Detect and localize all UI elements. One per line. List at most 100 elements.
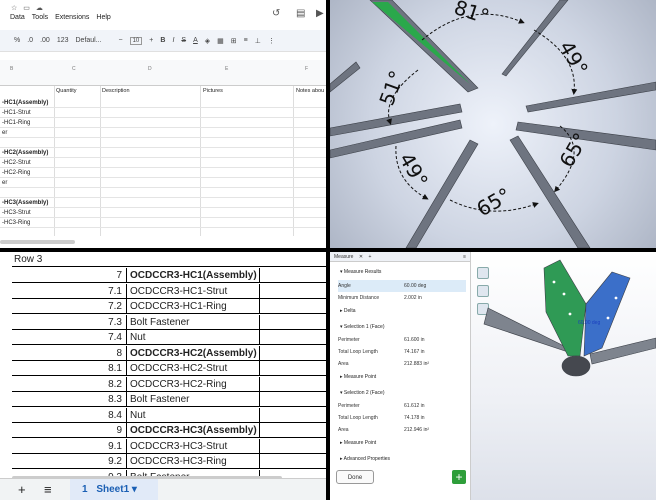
cell-number[interactable]: 8: [12, 345, 127, 361]
section-measure-results[interactable]: ▾ Measure Results: [340, 269, 381, 275]
cell-number[interactable]: 8.4: [12, 407, 127, 423]
section-delta[interactable]: ▸ Delta: [340, 308, 356, 314]
section-advanced-properties[interactable]: ▸ Advanced Properties: [340, 456, 390, 462]
cell-text[interactable]: Bolt Fastener: [130, 392, 260, 407]
cell-number[interactable]: 8.2: [12, 376, 127, 392]
header-quantity[interactable]: Quantity: [56, 88, 76, 94]
cell-text[interactable]: Nut: [130, 407, 260, 423]
cell-text[interactable]: OCDCCR3-HC3(Assembly): [130, 423, 260, 438]
table-row: [0, 138, 326, 148]
cell-number[interactable]: 7: [12, 268, 127, 283]
percent-button[interactable]: %: [14, 37, 20, 44]
cell-number[interactable]: 8.3: [12, 392, 127, 407]
sheet-tab[interactable]: 1 Sheet1 ▾: [70, 479, 158, 500]
more-icon[interactable]: ⋮: [268, 37, 275, 45]
format-button[interactable]: 123: [57, 37, 69, 44]
cell[interactable]: -HC1(Assembly): [2, 100, 48, 106]
cell-text[interactable]: OCDCCR3-HC2(Assembly): [130, 345, 260, 361]
cell-number[interactable]: 7.3: [12, 314, 127, 330]
col-header[interactable]: F: [305, 66, 308, 72]
col-header[interactable]: E: [225, 66, 228, 72]
folder-icon[interactable]: ▭: [23, 4, 30, 12]
col-header[interactable]: C: [72, 66, 76, 72]
section-measure-point-2[interactable]: ▸ Measure Point: [340, 440, 376, 446]
col-header[interactable]: D: [148, 66, 152, 72]
cell-text[interactable]: OCDCCR3-HC1-Strut: [130, 283, 260, 299]
section-selection-2[interactable]: ▾ Selection 2 (Face): [340, 390, 384, 396]
font-select[interactable]: Defaul...: [76, 37, 112, 44]
all-sheets-button[interactable]: ≡: [44, 482, 52, 497]
col-header[interactable]: B: [10, 66, 13, 72]
header-description[interactable]: Description: [102, 88, 130, 94]
valign-icon[interactable]: ⊥: [255, 37, 261, 45]
video-icon[interactable]: ▶: [316, 8, 324, 19]
menu-icon[interactable]: ≡: [463, 252, 466, 262]
cell-number[interactable]: 9.1: [12, 438, 127, 454]
cell[interactable]: -HC1-Ring: [2, 120, 30, 126]
menu-bar: Data Tools Extensions Help: [10, 14, 111, 21]
cell[interactable]: er: [2, 130, 7, 136]
cell[interactable]: er: [2, 180, 7, 186]
decrease-decimal-button[interactable]: .0: [27, 37, 33, 44]
cell-text[interactable]: Nut: [130, 330, 260, 345]
add-button[interactable]: +: [452, 470, 466, 484]
bold-button[interactable]: B: [160, 37, 165, 44]
align-icon[interactable]: ≡: [244, 37, 248, 44]
header-notes[interactable]: Notes abou: [296, 88, 324, 94]
add-sheet-button[interactable]: +: [18, 482, 26, 497]
selected-face-blue: [583, 271, 631, 357]
cell-number[interactable]: 7.4: [12, 330, 127, 345]
menu-tools[interactable]: Tools: [32, 14, 48, 21]
cell-text[interactable]: OCDCCR3-HC1-Ring: [130, 299, 260, 314]
row-label[interactable]: Row 3: [12, 252, 127, 267]
cell-text[interactable]: OCDCCR3-HC1(Assembly): [130, 268, 260, 283]
table-row: er: [0, 128, 326, 138]
strikethrough-button[interactable]: S: [181, 37, 186, 44]
add-tab-icon[interactable]: +: [368, 254, 371, 260]
italic-button[interactable]: I: [172, 37, 174, 44]
font-size-minus[interactable]: −: [119, 37, 123, 44]
cell-text[interactable]: Bolt Fastener: [130, 314, 260, 330]
cell-number[interactable]: 7.1: [12, 283, 127, 299]
cell[interactable]: -HC3-Strut: [2, 210, 31, 216]
menu-data[interactable]: Data: [10, 14, 25, 21]
angle-value: 60.00 deg: [404, 283, 427, 289]
section-measure-point-1[interactable]: ▸ Measure Point: [340, 374, 376, 380]
table-row: 9 OCDCCR3-HC3(Assembly): [12, 423, 326, 438]
cell[interactable]: -HC3(Assembly): [2, 200, 48, 206]
horizontal-scrollbar[interactable]: [0, 240, 75, 244]
cell-text[interactable]: OCDCCR3-HC3-Ring: [130, 454, 260, 469]
cell[interactable]: -HC1-Strut: [2, 110, 31, 116]
fill-color-icon[interactable]: ◈: [205, 37, 210, 45]
cell-text[interactable]: OCDCCR3-HC2-Ring: [130, 376, 260, 392]
cell-number[interactable]: 9: [12, 423, 127, 438]
section-label: Delta: [343, 308, 356, 314]
cell-number[interactable]: 9.2: [12, 454, 127, 469]
section-selection-1[interactable]: ▾ Selection 1 (Face): [340, 324, 384, 330]
cell[interactable]: -HC2(Assembly): [2, 150, 48, 156]
cell-number[interactable]: 7.2: [12, 299, 127, 314]
menu-extensions[interactable]: Extensions: [55, 14, 89, 21]
done-button[interactable]: Done: [336, 470, 374, 484]
loop-length-2-row: Total Loop Length 74.178 in: [338, 412, 466, 424]
menu-help[interactable]: Help: [96, 14, 110, 21]
borders-icon[interactable]: ▦: [217, 37, 224, 45]
increase-decimal-button[interactable]: .00: [40, 37, 50, 44]
font-size-input[interactable]: 10: [129, 36, 143, 45]
history-icon[interactable]: ↺: [272, 8, 280, 19]
cell-text[interactable]: OCDCCR3-HC3-Strut: [130, 438, 260, 454]
font-size-plus[interactable]: +: [149, 37, 153, 44]
text-color-button[interactable]: A: [193, 37, 198, 44]
cell[interactable]: -HC2-Ring: [2, 170, 30, 176]
cell-number[interactable]: 8.1: [12, 361, 127, 376]
header-pictures[interactable]: Pictures: [203, 88, 223, 94]
measure-viewport[interactable]: [480, 252, 656, 500]
star-icon[interactable]: ☆: [11, 4, 17, 12]
merge-icon[interactable]: ⊞: [231, 37, 237, 45]
close-icon[interactable]: ✕: [359, 254, 363, 260]
comment-icon[interactable]: ▤: [296, 8, 305, 19]
cell-text[interactable]: OCDCCR3-HC2-Strut: [130, 361, 260, 376]
cell[interactable]: -HC2-Strut: [2, 160, 31, 166]
cloud-icon[interactable]: ☁: [36, 4, 43, 12]
cell[interactable]: -HC3-Ring: [2, 220, 30, 226]
